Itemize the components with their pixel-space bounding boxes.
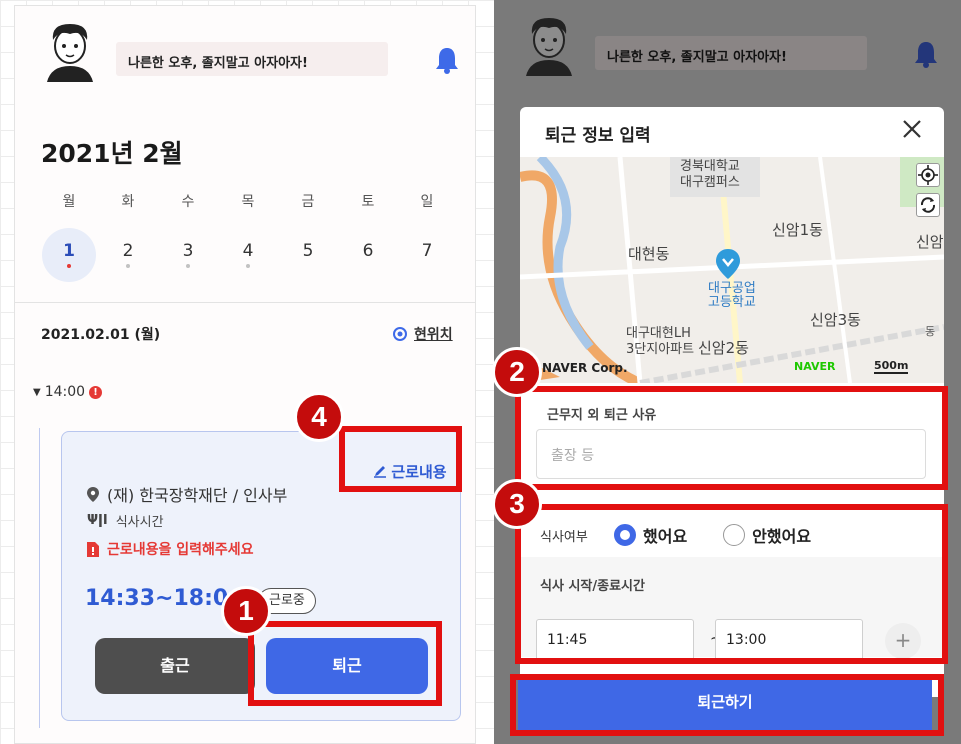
day-number-selected[interactable]: 1 xyxy=(42,228,96,282)
day-tue[interactable]: 화 2 xyxy=(100,192,156,282)
location-target-icon xyxy=(393,327,407,341)
alert-icon: ! xyxy=(89,385,103,399)
map-label: 대구캠퍼스 xyxy=(680,175,740,190)
day-number[interactable]: 4 xyxy=(221,228,275,282)
selected-date: 2021.02.01 (월) xyxy=(41,327,161,343)
map-label: 신암1동 xyxy=(772,221,823,239)
warning-row: 근로내용을 입력해주세요 xyxy=(87,539,254,559)
refresh-icon xyxy=(920,197,936,213)
week-calendar: 월 1 화 2 수 3 목 4 금 5 토 6 일 7 xyxy=(41,192,471,282)
map-label: 고등학교 xyxy=(708,295,756,310)
day-number-text: 6 xyxy=(362,241,374,261)
day-name: 화 xyxy=(121,194,135,210)
avatar xyxy=(526,18,572,76)
modal-title: 퇴근 정보 입력 xyxy=(545,126,651,146)
annotation-badge-2: 2 xyxy=(492,347,542,397)
annotation-box-1 xyxy=(248,621,442,706)
event-dot xyxy=(67,264,71,268)
time-header: 14:00 xyxy=(44,384,86,400)
map-scale: 500m xyxy=(874,359,909,374)
day-sun[interactable]: 일 7 xyxy=(399,192,455,282)
event-dot xyxy=(186,264,190,268)
locate-button[interactable] xyxy=(916,163,940,187)
org-row: (재) 한국장학재단 / 인사부 xyxy=(87,482,287,506)
greeting-banner: 나른한 오후, 졸지말고 아자아자! xyxy=(595,36,867,70)
day-name: 일 xyxy=(420,194,434,210)
annotation-box-submit xyxy=(510,674,944,736)
meal-row: ΨǀI 식사시간 xyxy=(87,511,164,530)
warning-text: 근로내용을 입력해주세요 xyxy=(107,542,254,558)
clock-in-button[interactable]: 출근 xyxy=(95,638,255,694)
utensils-icon: ΨǀI xyxy=(87,513,108,528)
day-number-text: 3 xyxy=(182,241,194,261)
day-name: 금 xyxy=(301,194,315,210)
day-name: 목 xyxy=(241,194,255,210)
close-icon[interactable] xyxy=(902,119,922,139)
divider xyxy=(15,302,475,303)
locate-icon xyxy=(918,165,938,185)
map-label: 동 xyxy=(925,325,936,338)
naver-logo: NAVER xyxy=(794,360,836,373)
day-number[interactable]: 7 xyxy=(400,228,454,282)
time-group-header[interactable]: ▼ 14:00 ! xyxy=(33,384,103,400)
day-number-text: 7 xyxy=(421,241,433,261)
day-name: 월 xyxy=(62,194,76,210)
map-pin-icon xyxy=(716,249,740,279)
month-title: 2021년 2월 xyxy=(41,139,183,168)
day-number[interactable]: 2 xyxy=(101,228,155,282)
day-name: 토 xyxy=(361,194,375,210)
document-warning-icon xyxy=(87,541,99,557)
day-number-text: 4 xyxy=(242,241,254,261)
map-label: 신암3동 xyxy=(810,311,861,329)
map-label: 신암 xyxy=(916,233,944,251)
annotation-badge-3: 3 xyxy=(492,479,542,529)
annotation-badge-4: 4 xyxy=(294,392,344,442)
map-attribution: NAVER Corp. xyxy=(542,361,628,375)
day-number-text: 2 xyxy=(122,241,134,261)
greeting-banner: 나른한 오후, 졸지말고 아자아자! xyxy=(116,42,388,76)
current-location-label: 현위치 xyxy=(414,327,453,343)
map-label: 신암2동 xyxy=(698,339,749,357)
timeline-line xyxy=(39,428,40,728)
event-dot xyxy=(246,264,250,268)
refresh-button[interactable] xyxy=(916,193,940,217)
collapse-triangle-icon: ▼ xyxy=(33,386,41,398)
day-number[interactable]: 6 xyxy=(341,228,395,282)
org-text: (재) 한국장학재단 / 인사부 xyxy=(107,486,288,505)
bell-icon[interactable] xyxy=(914,40,938,68)
day-mon[interactable]: 월 1 xyxy=(41,192,97,282)
day-number[interactable]: 5 xyxy=(281,228,335,282)
day-thu[interactable]: 목 4 xyxy=(220,192,276,282)
annotation-box-3 xyxy=(515,504,948,664)
meal-text: 식사시간 xyxy=(115,515,164,530)
day-fri[interactable]: 금 5 xyxy=(280,192,336,282)
annotation-badge-1: 1 xyxy=(221,586,271,636)
work-time-range: 14:33~18:0 xyxy=(85,586,229,611)
day-sat[interactable]: 토 6 xyxy=(340,192,396,282)
day-name: 수 xyxy=(181,194,195,210)
day-number-text: 5 xyxy=(302,241,314,261)
map-pin-icon xyxy=(87,486,99,502)
map-label: 대현동 xyxy=(628,245,670,263)
map-label: 3단지아파트 xyxy=(626,342,695,357)
annotation-box-4 xyxy=(339,426,462,492)
day-wed[interactable]: 수 3 xyxy=(160,192,216,282)
current-location-link[interactable]: 현위치 xyxy=(392,324,453,344)
annotation-box-2 xyxy=(515,386,948,490)
map-view[interactable]: 경북대학교 대구캠퍼스 대현동 신암1동 신암 대구공업 고등학교 신암3동 대… xyxy=(520,157,944,383)
bell-icon[interactable] xyxy=(435,46,459,74)
event-dot xyxy=(126,264,130,268)
avatar xyxy=(47,24,93,82)
day-number[interactable]: 3 xyxy=(161,228,215,282)
day-number-text: 1 xyxy=(63,241,75,261)
